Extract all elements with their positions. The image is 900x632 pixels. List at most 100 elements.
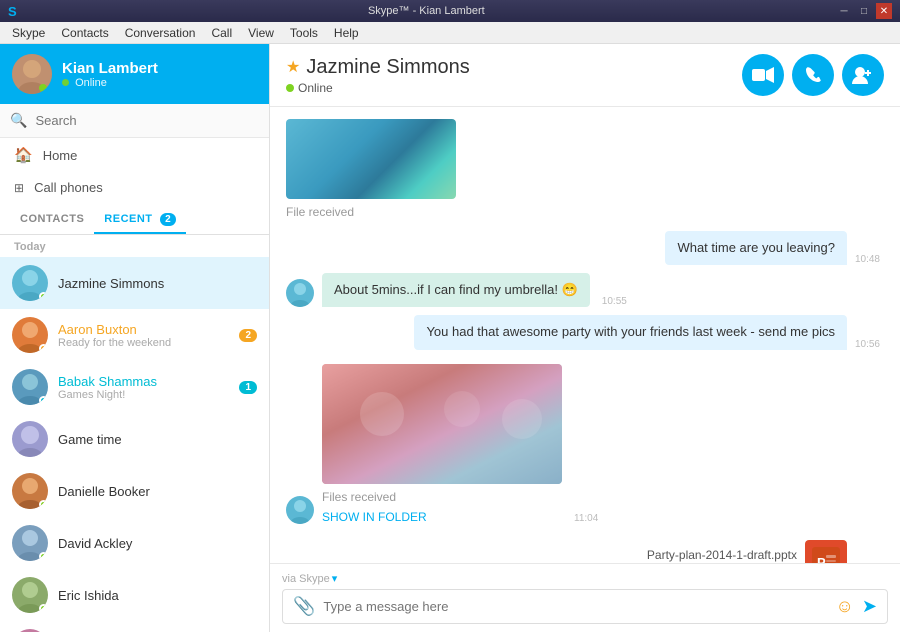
message-input[interactable] <box>323 599 827 614</box>
window-title: Skype™ - Kian Lambert <box>17 5 836 17</box>
dialpad-icon: ⊞ <box>14 181 24 195</box>
via-label: via Skype <box>282 573 330 585</box>
minimize-button[interactable]: ─ <box>836 3 852 19</box>
contact-david-ackley[interactable]: David Ackley <box>0 517 269 569</box>
profile-header[interactable]: Kian Lambert Online <box>0 44 269 104</box>
file-info: Party-plan-2014-1-draft.pptx Sent <box>647 548 797 563</box>
contact-avatar <box>12 369 48 405</box>
contact-info: Babak Shammas Games Night! <box>58 374 229 401</box>
contact-avatar <box>12 421 48 457</box>
maximize-button[interactable]: □ <box>856 3 872 19</box>
svg-text:P: P <box>817 555 826 563</box>
nav-home-label: Home <box>43 148 78 163</box>
profile-status: Online <box>62 77 158 89</box>
tab-contacts[interactable]: CONTACTS <box>10 207 94 234</box>
menu-help[interactable]: Help <box>326 24 367 42</box>
menu-contacts[interactable]: Contacts <box>53 24 116 42</box>
message-bubble: You had that awesome party with your fri… <box>414 315 847 349</box>
contact-name: Jazmine Simmons <box>58 276 257 291</box>
message-time: 10:55 <box>602 296 627 307</box>
contact-info: Eric Ishida <box>58 588 257 603</box>
contact-aaron-buxton[interactable]: Aaron Buxton Ready for the weekend 2 <box>0 309 269 361</box>
message-row-sent-1: What time are you leaving? 10:48 <box>286 231 884 265</box>
contact-info: Danielle Booker <box>58 484 257 499</box>
sender-avatar <box>286 496 314 524</box>
sender-avatar <box>286 279 314 307</box>
menu-conversation[interactable]: Conversation <box>117 24 204 42</box>
contact-badge: 1 <box>239 381 257 394</box>
close-button[interactable]: ✕ <box>876 3 892 19</box>
contact-name: Game time <box>58 432 257 447</box>
chat-actions <box>742 54 884 96</box>
contact-eric-ishida[interactable]: Eric Ishida <box>0 569 269 621</box>
window-controls: ─ □ ✕ <box>836 3 892 19</box>
via-skype-dropdown[interactable]: ▾ <box>332 572 338 585</box>
nav-call-phones[interactable]: ⊞ Call phones <box>0 172 269 203</box>
contact-danielle-booker[interactable]: Danielle Booker <box>0 465 269 517</box>
sidebar: Kian Lambert Online 🔍 🏠 Home ⊞ Call phon… <box>0 44 270 632</box>
message-input-row: 📎 ☺ ➤ <box>282 589 888 624</box>
contact-name: Danielle Booker <box>58 484 257 499</box>
show-in-folder-link[interactable]: SHOW IN FOLDER <box>322 510 562 524</box>
message-bubble: About 5mins...if I can find my umbrella!… <box>322 273 590 307</box>
video-call-button[interactable] <box>742 54 784 96</box>
profile-name: Kian Lambert <box>62 60 158 77</box>
file-name: Party-plan-2014-1-draft.pptx <box>647 548 797 562</box>
photo-group-image <box>322 364 562 484</box>
voice-call-button[interactable] <box>792 54 834 96</box>
message-time: 10:56 <box>855 339 880 350</box>
chat-contact-status: Online <box>286 81 470 95</box>
menu-tools[interactable]: Tools <box>282 24 326 42</box>
contact-info: Jazmine Simmons <box>58 276 257 291</box>
contact-info: David Ackley <box>58 536 257 551</box>
contact-avatar <box>12 473 48 509</box>
contact-jazmine-simmons[interactable]: Jazmine Simmons <box>0 257 269 309</box>
attachment-icon[interactable]: 📎 <box>293 596 315 617</box>
contact-info: Aaron Buxton Ready for the weekend <box>58 322 229 349</box>
search-icon: 🔍 <box>10 112 27 129</box>
contacts-list: Today Jazmine Simmons <box>0 235 269 632</box>
message-time: 11:04 <box>574 513 598 524</box>
contact-info: Game time <box>58 432 257 447</box>
menu-skype[interactable]: Skype <box>4 24 53 42</box>
tab-recent[interactable]: RECENT 2 <box>94 207 186 234</box>
profile-info: Kian Lambert Online <box>62 60 158 89</box>
add-contact-button[interactable] <box>842 54 884 96</box>
menu-call[interactable]: Call <box>203 24 240 42</box>
message-row-photo: Files received SHOW IN FOLDER 11:04 <box>286 364 884 524</box>
send-icon[interactable]: ➤ <box>862 596 877 617</box>
message-row-received-1: About 5mins...if I can find my umbrella!… <box>286 273 884 307</box>
home-icon: 🏠 <box>14 146 33 164</box>
contact-joshua-murphy[interactable]: Joshua Murphy <box>0 621 269 632</box>
nav-home[interactable]: 🏠 Home <box>0 138 269 172</box>
skype-logo: S <box>8 4 17 19</box>
chat-input-area: via Skype ▾ 📎 ☺ ➤ <box>270 563 900 632</box>
contact-name: Aaron Buxton <box>58 322 229 337</box>
message-row-sent-2: You had that awesome party with your fri… <box>286 315 884 349</box>
chat-contact-name: ★ Jazmine Simmons <box>286 56 470 79</box>
contact-babak-shammas[interactable]: Babak Shammas Games Night! 1 <box>0 361 269 413</box>
title-bar: S Skype™ - Kian Lambert ─ □ ✕ <box>0 0 900 22</box>
chat-messages: File received What time are you leaving?… <box>270 107 900 563</box>
contact-name: David Ackley <box>58 536 257 551</box>
files-received-label: Files received <box>322 488 562 506</box>
search-input[interactable] <box>35 113 259 128</box>
chat-header-info: ★ Jazmine Simmons Online <box>286 56 470 95</box>
contact-name: Eric Ishida <box>58 588 257 603</box>
file-attachment-row: Party-plan-2014-1-draft.pptx Sent P 10:5… <box>286 540 884 563</box>
contact-avatar <box>12 525 48 561</box>
search-bar[interactable]: 🔍 <box>0 104 269 138</box>
contact-status: Ready for the weekend <box>58 337 229 349</box>
contact-game-time[interactable]: Game time <box>0 413 269 465</box>
menu-view[interactable]: View <box>240 24 282 42</box>
main-container: Kian Lambert Online 🔍 🏠 Home ⊞ Call phon… <box>0 44 900 632</box>
via-skype-row: via Skype ▾ <box>282 572 888 585</box>
chat-area: ★ Jazmine Simmons Online <box>270 44 900 632</box>
file-received-label: File received <box>286 203 884 221</box>
files-received-section: Files received SHOW IN FOLDER 11:04 <box>286 364 884 526</box>
star-icon[interactable]: ★ <box>286 57 300 77</box>
received-image <box>286 119 456 199</box>
message-bubble: What time are you leaving? <box>665 231 847 265</box>
emoji-icon[interactable]: ☺ <box>836 596 854 617</box>
menu-bar: Skype Contacts Conversation Call View To… <box>0 22 900 44</box>
